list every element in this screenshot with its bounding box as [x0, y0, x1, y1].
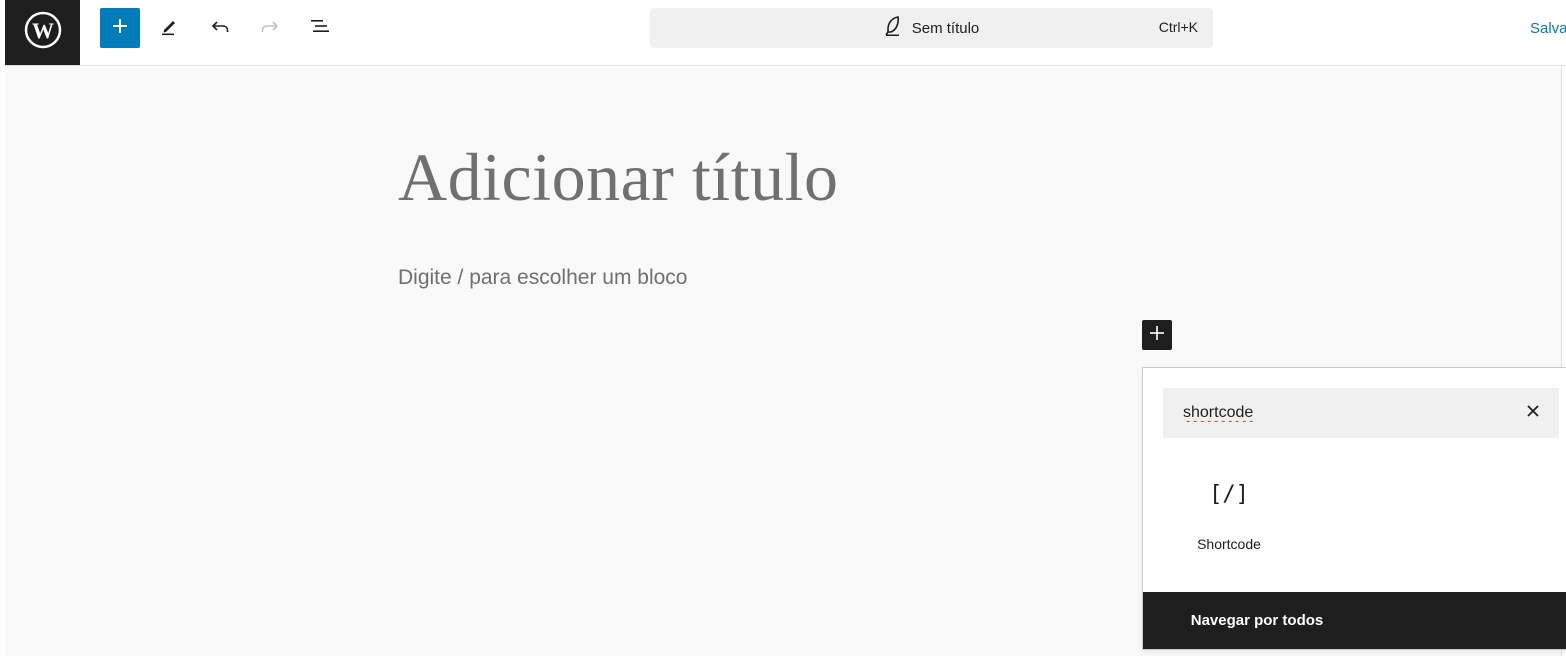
document-overview-button[interactable]	[300, 8, 340, 48]
document-title-area: Sem título	[650, 8, 1213, 48]
feather-icon	[884, 15, 902, 41]
redo-icon	[258, 14, 282, 43]
block-search	[1163, 388, 1559, 438]
document-overview-icon	[308, 14, 332, 43]
save-draft-button[interactable]: Salva	[1530, 20, 1566, 37]
shortcode-icon: [/]	[1209, 482, 1249, 507]
undo-icon	[208, 14, 232, 43]
tools-button[interactable]	[150, 8, 190, 48]
block-result-label: Shortcode	[1197, 536, 1261, 552]
browse-all-label: Navegar por todos	[1190, 612, 1324, 629]
paragraph-block-placeholder[interactable]: Digite / para escolher um bloco	[398, 266, 687, 290]
plus-icon	[1148, 324, 1166, 347]
browse-all-button[interactable]: Navegar por todos	[1143, 592, 1566, 649]
add-block-button[interactable]	[1142, 320, 1172, 350]
block-result-shortcode[interactable]: [/] Shortcode	[1183, 468, 1275, 568]
undo-button[interactable]	[200, 8, 240, 48]
pencil-icon	[158, 14, 182, 43]
editor-header: W Sem título Ctrl+K Salva	[5, 0, 1566, 66]
svg-text:W: W	[32, 18, 54, 43]
keyboard-shortcut: Ctrl+K	[1158, 19, 1198, 35]
plus-icon	[110, 16, 130, 41]
document-title: Sem título	[911, 19, 980, 37]
post-title-input[interactable]: Adicionar título	[398, 138, 838, 217]
wordpress-logo-button[interactable]: W	[5, 0, 80, 65]
block-inserter-button[interactable]	[100, 8, 140, 48]
block-editor: W Sem título Ctrl+K Salva Adicionar títu…	[0, 0, 1566, 656]
command-palette-button[interactable]: Sem título Ctrl+K	[650, 8, 1213, 48]
wordpress-logo-icon: W	[23, 10, 63, 55]
close-icon	[1525, 403, 1541, 424]
clear-search-button[interactable]	[1521, 401, 1545, 425]
block-search-input[interactable]	[1183, 388, 1503, 438]
redo-button[interactable]	[250, 8, 290, 48]
quick-inserter-popover: [/] Shortcode Navegar por todos	[1142, 367, 1566, 650]
